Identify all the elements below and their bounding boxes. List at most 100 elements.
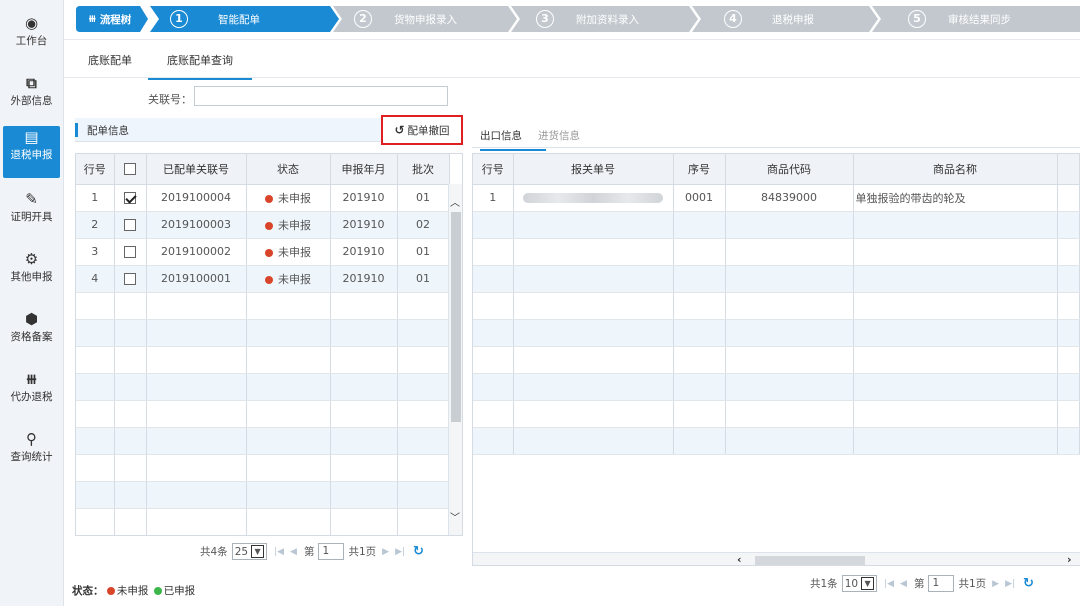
page-size-select[interactable]: 25 ▼ [231, 543, 268, 560]
table-row-empty [473, 346, 1080, 374]
tab-ledger-match[interactable]: 底账配单 [88, 52, 132, 68]
flow-steps-bar: ⧻ 流程树 1 智能配单 2 货物申报录入 3 附加资料录入 4 退税申报 5 … [64, 0, 1080, 40]
table-row-empty [473, 319, 1080, 347]
page-number-input[interactable]: 1 [318, 543, 345, 560]
table-row-empty [76, 292, 450, 320]
col-product-name: 商品名称 [853, 154, 1058, 185]
next-page-icon[interactable]: ▶ [992, 579, 999, 589]
sidebar-item-agent-refund[interactable]: ⧻ 代办退税 [3, 368, 60, 418]
scroll-right-icon[interactable]: › [1067, 553, 1072, 565]
sidebar-item-certificate[interactable]: ✎ 证明开具 [3, 188, 60, 238]
status-legend: 状态： 未申报 已申报 [72, 585, 196, 597]
col-period: 申报年月 [330, 154, 398, 185]
table-row-empty [76, 508, 450, 535]
export-grid-hscrollbar[interactable]: ‹ › [473, 552, 1080, 565]
sidebar-item-label: 证明开具 [10, 211, 53, 223]
table-row-empty [76, 319, 450, 347]
row-checkbox[interactable] [124, 192, 136, 204]
table-row[interactable]: 1 2019100004 未申报 201910 01 [76, 184, 450, 212]
page-count: 共1页 [958, 578, 987, 590]
total-count: 共4条 [200, 546, 228, 558]
col-product-code: 商品代码 [725, 154, 854, 185]
sidebar-item-qualification[interactable]: ⬢ 资格备案 [3, 308, 60, 358]
table-row-empty [76, 400, 450, 428]
export-info-table: 行号 报关单号 序号 商品代码 商品名称 1 0001 84839000 单独报… [473, 154, 1080, 455]
chevron-down-icon: ▼ [251, 545, 265, 558]
prev-page-icon[interactable]: ◀ [290, 547, 297, 557]
first-page-icon[interactable]: |◀ [274, 547, 284, 557]
sidebar-item-tax-refund[interactable]: ▤ 退税申报 [3, 126, 60, 178]
table-row-empty [76, 373, 450, 401]
page-number-input[interactable]: 1 [928, 575, 955, 592]
row-checkbox[interactable] [124, 219, 136, 231]
scrollbar-thumb[interactable] [755, 556, 865, 565]
first-page-icon[interactable]: |◀ [884, 579, 894, 589]
status-dot-icon [265, 194, 273, 203]
tree-icon: ⧻ [88, 13, 97, 25]
sidebar-item-label: 查询统计 [10, 451, 53, 463]
undo-icon: ↺ [394, 123, 405, 137]
flow-step-2[interactable]: 2 货物申报录入 [354, 6, 457, 32]
table-row[interactable]: 1 0001 84839000 单独报验的带齿的轮及 [473, 184, 1080, 212]
link-number-input[interactable] [194, 86, 448, 106]
page-count: 共1页 [348, 546, 377, 558]
search-icon: ⚲ [26, 430, 37, 448]
sidebar-item-label: 资格备案 [10, 331, 53, 343]
col-batch: 批次 [397, 154, 450, 185]
table-row-empty [473, 373, 1080, 401]
refresh-icon[interactable]: ↻ [1023, 576, 1034, 591]
flow-tree-button[interactable]: ⧻ 流程树 [88, 6, 131, 32]
redacted-blur [523, 193, 663, 203]
sidebar: ◉ 工作台 ⧉ 外部信息 ▤ 退税申报 ✎ 证明开具 ⚙ 其他申报 ⬢ 资格备案… [0, 0, 64, 606]
table-row-empty [76, 427, 450, 455]
last-page-icon[interactable]: ▶| [395, 547, 405, 557]
flow-step-3[interactable]: 3 附加资料录入 [536, 6, 639, 32]
flow-step-1[interactable]: 1 智能配单 [170, 6, 260, 32]
sidebar-item-query-stats[interactable]: ⚲ 查询统计 [3, 428, 60, 478]
scroll-up-icon[interactable]: ︿ [450, 194, 460, 209]
flow-step-5[interactable]: 5 审核结果同步 [908, 6, 1011, 32]
table-row-empty [473, 427, 1080, 455]
match-table: 行号 已配单关联号 状态 申报年月 批次 1 2019100004 未申报 20… [76, 154, 450, 535]
page-size-select[interactable]: 10 ▼ [841, 575, 878, 592]
col-linked-number: 已配单关联号 [146, 154, 247, 185]
scrollbar-thumb[interactable] [451, 212, 461, 422]
scroll-left-icon[interactable]: ‹ [737, 553, 742, 565]
table-row[interactable]: 2 2019100003 未申报 201910 02 [76, 211, 450, 239]
sidebar-item-workbench[interactable]: ◉ 工作台 [3, 12, 60, 62]
flow-step-4[interactable]: 4 退税申报 [724, 6, 814, 32]
col-rownum: 行号 [76, 154, 115, 185]
table-row[interactable]: 3 2019100002 未申报 201910 01 [76, 238, 450, 266]
status-cell: 未申报 [246, 184, 331, 212]
table-row-empty [473, 238, 1080, 266]
sidebar-item-label: 代办退税 [10, 391, 53, 403]
table-row-empty [76, 454, 450, 482]
sidebar-item-label: 外部信息 [10, 95, 53, 107]
select-all-checkbox[interactable] [124, 163, 136, 176]
row-checkbox[interactable] [124, 273, 136, 285]
prev-page-icon[interactable]: ◀ [900, 579, 907, 589]
last-page-icon[interactable]: ▶| [1005, 579, 1015, 589]
sidebar-item-other-declaration[interactable]: ⚙ 其他申报 [3, 248, 60, 298]
page-tabs: 底账配单 底账配单查询 [64, 40, 1080, 80]
org-chart-icon: ⧻ [25, 370, 38, 388]
tab-import-info[interactable]: 进货信息 [538, 128, 580, 143]
next-page-icon[interactable]: ▶ [382, 547, 389, 557]
total-count: 共1条 [810, 578, 838, 590]
sidebar-item-external-info[interactable]: ⧉ 外部信息 [3, 72, 60, 122]
table-row-empty [76, 481, 450, 509]
table-row-empty [473, 265, 1080, 293]
edit-icon: ✎ [25, 190, 38, 208]
row-checkbox[interactable] [124, 246, 136, 258]
scroll-down-icon[interactable]: ﹀ [450, 509, 460, 524]
table-row[interactable]: 4 2019100001 未申报 201910 01 [76, 265, 450, 293]
link-number-label: 关联号： [148, 93, 192, 106]
refresh-icon[interactable]: ↻ [413, 544, 424, 559]
section-accent-bar [75, 123, 78, 137]
col-select-all[interactable] [114, 154, 147, 185]
status-cell: 未申报 [246, 238, 331, 266]
recall-match-button[interactable]: ↺ 配单撤回 [381, 115, 463, 145]
match-pager: 共4条 25 ▼ |◀ ◀ 第 1 共1页 ▶ ▶| ↻ [200, 543, 424, 560]
match-grid-scrollbar[interactable]: ︿ ﹀ [448, 184, 462, 535]
tab-ledger-match-query[interactable]: 底账配单查询 [148, 52, 252, 80]
